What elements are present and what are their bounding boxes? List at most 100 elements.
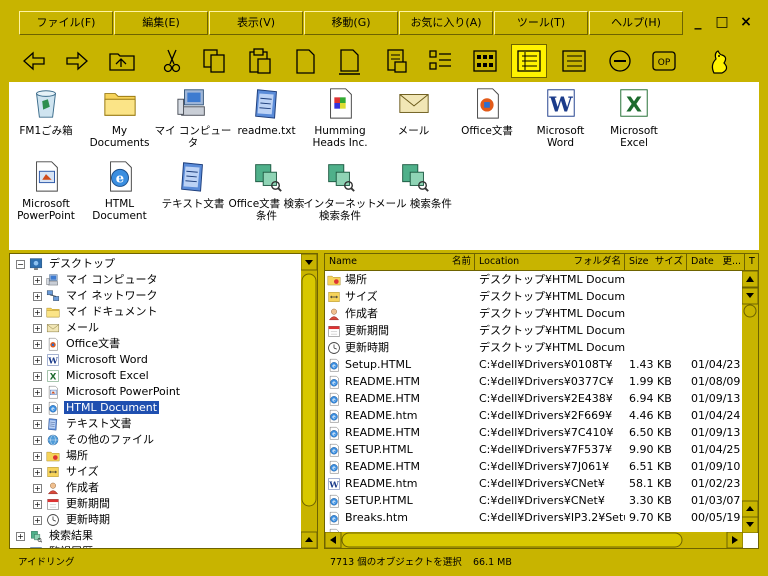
expander-icon[interactable]: + [16,547,25,548]
expander-icon[interactable]: + [33,323,42,333]
table-row[interactable]: e Setup.HTML C:¥dell¥Drivers¥0108T¥ 1.43 KB… [325,356,743,373]
tree-item[interactable]: + マイ コンピュータ [33,272,160,288]
minimize-button[interactable]: _ [689,13,707,31]
tree-item[interactable]: + Office文書 [33,336,122,352]
expander-icon[interactable]: + [33,451,42,461]
expander-icon[interactable]: + [33,483,42,493]
toolbar-button-blank-doc[interactable] [287,44,323,78]
desktop-icon-4[interactable]: Humming Heads Inc. [301,85,379,149]
tree-item[interactable]: − デスクトップ [16,256,117,272]
expander-icon[interactable]: + [16,531,25,541]
table-row[interactable]: W README.htm C:¥dell¥Drivers¥CNet¥ 58.1 KB 0… [325,475,743,492]
toolbar-button-new-doc[interactable] [331,44,367,78]
close-button[interactable]: × [737,13,755,31]
column-header[interactable]: Size サイズ [625,254,687,271]
menu-item-5[interactable]: ツール(T) [494,11,588,35]
toolbar-button-details-view[interactable] [511,44,547,78]
expander-icon[interactable]: + [33,499,42,509]
toolbar-button-forward-arrow[interactable] [59,44,95,78]
tree-item[interactable]: + サイズ [33,464,101,480]
table-row[interactable]: 更新期間 デスクトップ¥HTML Documen... [325,322,743,339]
toolbar-button-smalls-icon[interactable] [556,44,592,78]
expander-icon[interactable]: + [33,387,42,397]
expander-icon[interactable]: + [33,275,42,285]
tree-item[interactable]: + X Microsoft Excel [33,368,151,384]
desktop-icon-1[interactable]: My Documents [81,85,159,149]
tree-item[interactable]: + マイ ドキュメント [33,304,160,320]
tree-item[interactable]: + 検索結果 [16,528,95,544]
list-vertical-scrollbar[interactable] [741,270,758,534]
desktop-icon-5[interactable]: メール [375,85,453,137]
tree-item[interactable]: + 監視履歴 [16,544,95,548]
table-row[interactable]: e README.HTM C:¥dell¥Drivers¥7C410¥ 6.50 KB… [325,424,743,441]
column-header[interactable]: Name 名前 [325,254,475,271]
table-row[interactable]: 更新時期 デスクトップ¥HTML Documen... [325,339,743,356]
toolbar-button-properties[interactable] [378,44,414,78]
expander-icon[interactable]: + [33,515,42,525]
toolbar-button-copy[interactable] [196,44,232,78]
menu-item-4[interactable]: お気に入り(A) [399,11,493,35]
expander-icon[interactable]: + [33,307,42,317]
expander-icon[interactable]: + [33,435,42,445]
toolbar-button-folder-up[interactable] [104,44,140,78]
toolbar-button-back-arrow[interactable] [16,44,52,78]
column-header[interactable]: Date 更... [687,254,745,271]
toolbar-button-op[interactable]: OP [646,44,682,78]
toolbar-button-cut[interactable] [154,44,190,78]
desktop-icon-8[interactable]: X Microsoft Excel [595,85,673,149]
table-row[interactable]: e SETUP.HTML C:¥dell¥Drivers¥7F537¥ 9.90 KB… [325,441,743,458]
expander-icon[interactable]: + [33,355,42,365]
toolbar-button-stop[interactable] [602,44,638,78]
tree-item[interactable]: + 更新期間 [33,496,112,512]
toolbar-button-larges-icon[interactable] [467,44,503,78]
tree-item[interactable]: + マイ ネットワーク [33,288,160,304]
table-row[interactable]: e README.HTM C:¥dell¥Drivers¥0377C¥ 1.99 KB… [325,373,743,390]
expander-icon[interactable]: + [33,403,42,413]
expander-icon[interactable]: − [16,259,25,269]
table-row[interactable]: 作成者 デスクトップ¥HTML Documen... [325,305,743,322]
desktop-icon-3[interactable]: readme.txt [228,85,306,137]
menu-item-6[interactable]: ヘルプ(H) [589,11,683,35]
menu-item-1[interactable]: 編集(E) [114,11,208,35]
menu-item-0[interactable]: ファイル(F) [19,11,113,35]
table-row[interactable]: 場所 デスクトップ¥HTML Documen... [325,271,743,288]
desktop-icon-6[interactable]: Office文書 [448,85,526,137]
toolbar-button-list-view[interactable] [422,44,458,78]
desktop-icon-10[interactable]: e HTML Document [81,158,159,222]
expander-icon[interactable]: + [33,339,42,349]
expander-icon[interactable]: + [33,291,42,301]
desktop-icon-7[interactable]: W Microsoft Word [522,85,600,149]
tree-item[interactable]: + 場所 [33,448,90,464]
menu-item-2[interactable]: 表示(V) [209,11,303,35]
table-row[interactable]: e SETUP.HTML C:¥dell¥Drivers¥CNet¥ 3.30 KB 0… [325,492,743,509]
table-row[interactable]: e README.HTM C:¥dell¥Drivers¥2E438¥ 6.94 KB… [325,390,743,407]
desktop-icon-12[interactable]: Office文書 検索条件 [228,158,306,222]
desktop-icon-2[interactable]: マイ コンピュータ [154,85,232,149]
table-row[interactable]: e README.HTM C:¥dell¥Drivers¥7J061¥ 6.51 KB… [325,458,743,475]
toolbar-button-paste[interactable] [242,44,278,78]
tree-item[interactable]: + Microsoft PowerPoint [33,384,182,400]
table-row[interactable]: サイズ デスクトップ¥HTML Documen... [325,288,743,305]
list-horizontal-scrollbar[interactable] [325,531,744,548]
toolbar-button-mascot[interactable] [700,44,736,78]
desktop-icon-13[interactable]: インターネット 検索条件 [301,158,379,222]
desktop-icon-9[interactable]: Microsoft PowerPoint [7,158,85,222]
column-header[interactable]: Location フォルダ名 [475,254,625,271]
desktop-icon-11[interactable]: テキスト文書 [154,158,232,210]
expander-icon[interactable]: + [33,419,42,429]
tree-item[interactable]: + テキスト文書 [33,416,134,432]
table-row[interactable]: e Breaks.htm C:¥dell¥Drivers¥IP3.2¥Setu...… [325,509,743,526]
expander-icon[interactable]: + [33,371,42,381]
table-row[interactable]: e README.htm C:¥dell¥Drivers¥2F669¥ 4.46 KB… [325,407,743,424]
desktop-icon-14[interactable]: メール 検索条件 [375,158,453,210]
maximize-button[interactable]: □ [713,13,731,31]
desktop-icon-0[interactable]: FM1ごみ箱 [7,85,85,137]
column-header[interactable]: T [745,254,758,271]
tree-vertical-scrollbar[interactable] [300,254,317,548]
tree-item[interactable]: + その他のファイル [33,432,156,448]
tree-item[interactable]: + e HTML Document [33,400,160,416]
menu-item-3[interactable]: 移動(G) [304,11,398,35]
expander-icon[interactable]: + [33,467,42,477]
tree-item[interactable]: + 更新時期 [33,512,112,528]
tree-item[interactable]: + メール [33,320,101,336]
